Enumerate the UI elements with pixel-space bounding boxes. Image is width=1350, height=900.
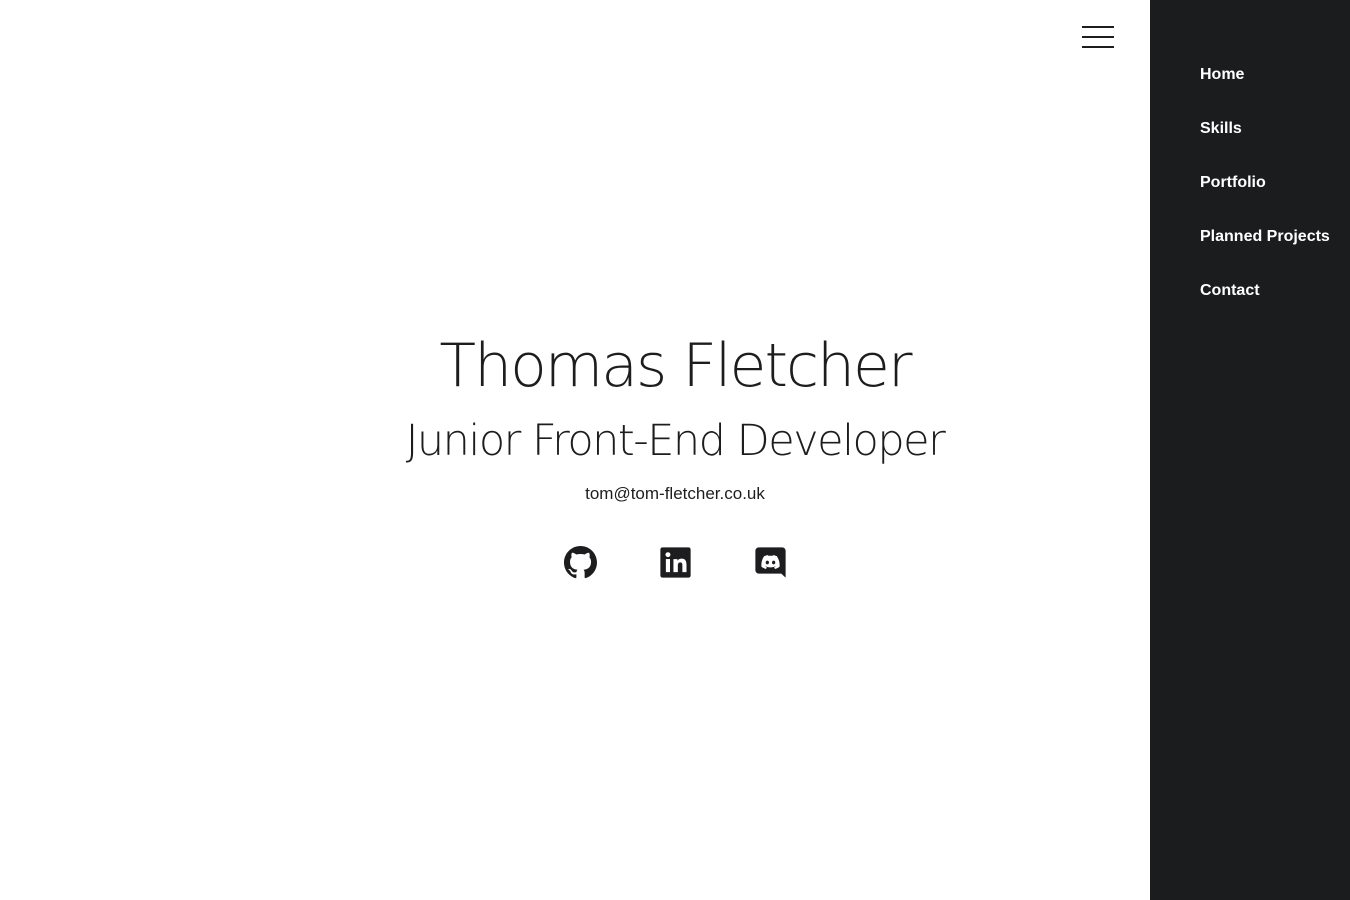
nav-item-skills: Skills: [1200, 116, 1350, 170]
discord-icon: [754, 547, 786, 578]
nav-link-portfolio[interactable]: Portfolio: [1200, 170, 1266, 196]
nav-item-home: Home: [1200, 62, 1350, 116]
nav-item-portfolio: Portfolio: [1200, 170, 1350, 224]
hero-role: Junior Front-End Developer: [405, 416, 946, 466]
nav-link-skills[interactable]: Skills: [1200, 116, 1242, 142]
page: Thomas Fletcher Junior Front-End Develop…: [0, 0, 1350, 900]
github-link[interactable]: [563, 546, 597, 579]
nav-link-planned-projects[interactable]: Planned Projects: [1200, 224, 1330, 250]
discord-link[interactable]: [754, 546, 787, 579]
nav-link-contact[interactable]: Contact: [1200, 278, 1260, 304]
hamburger-line: [1082, 26, 1114, 28]
nav-list: Home Skills Portfolio Planned Projects C…: [1150, 0, 1350, 332]
hero-section: Thomas Fletcher Junior Front-End Develop…: [0, 326, 1350, 506]
linkedin-link[interactable]: [659, 546, 692, 579]
social-links: [0, 546, 1350, 579]
nav-link-home[interactable]: Home: [1200, 62, 1244, 88]
hamburger-line: [1082, 36, 1114, 38]
hamburger-line: [1082, 46, 1114, 48]
email-link[interactable]: tom@tom-fletcher.co.uk: [585, 482, 765, 506]
linkedin-icon: [659, 547, 691, 578]
sidebar-nav: Home Skills Portfolio Planned Projects C…: [1150, 0, 1350, 900]
github-icon: [563, 546, 597, 579]
hamburger-menu-icon[interactable]: [1082, 26, 1114, 48]
nav-item-contact: Contact: [1200, 278, 1350, 332]
nav-item-planned-projects: Planned Projects: [1200, 224, 1350, 278]
hero-name: Thomas Fletcher: [439, 331, 912, 401]
